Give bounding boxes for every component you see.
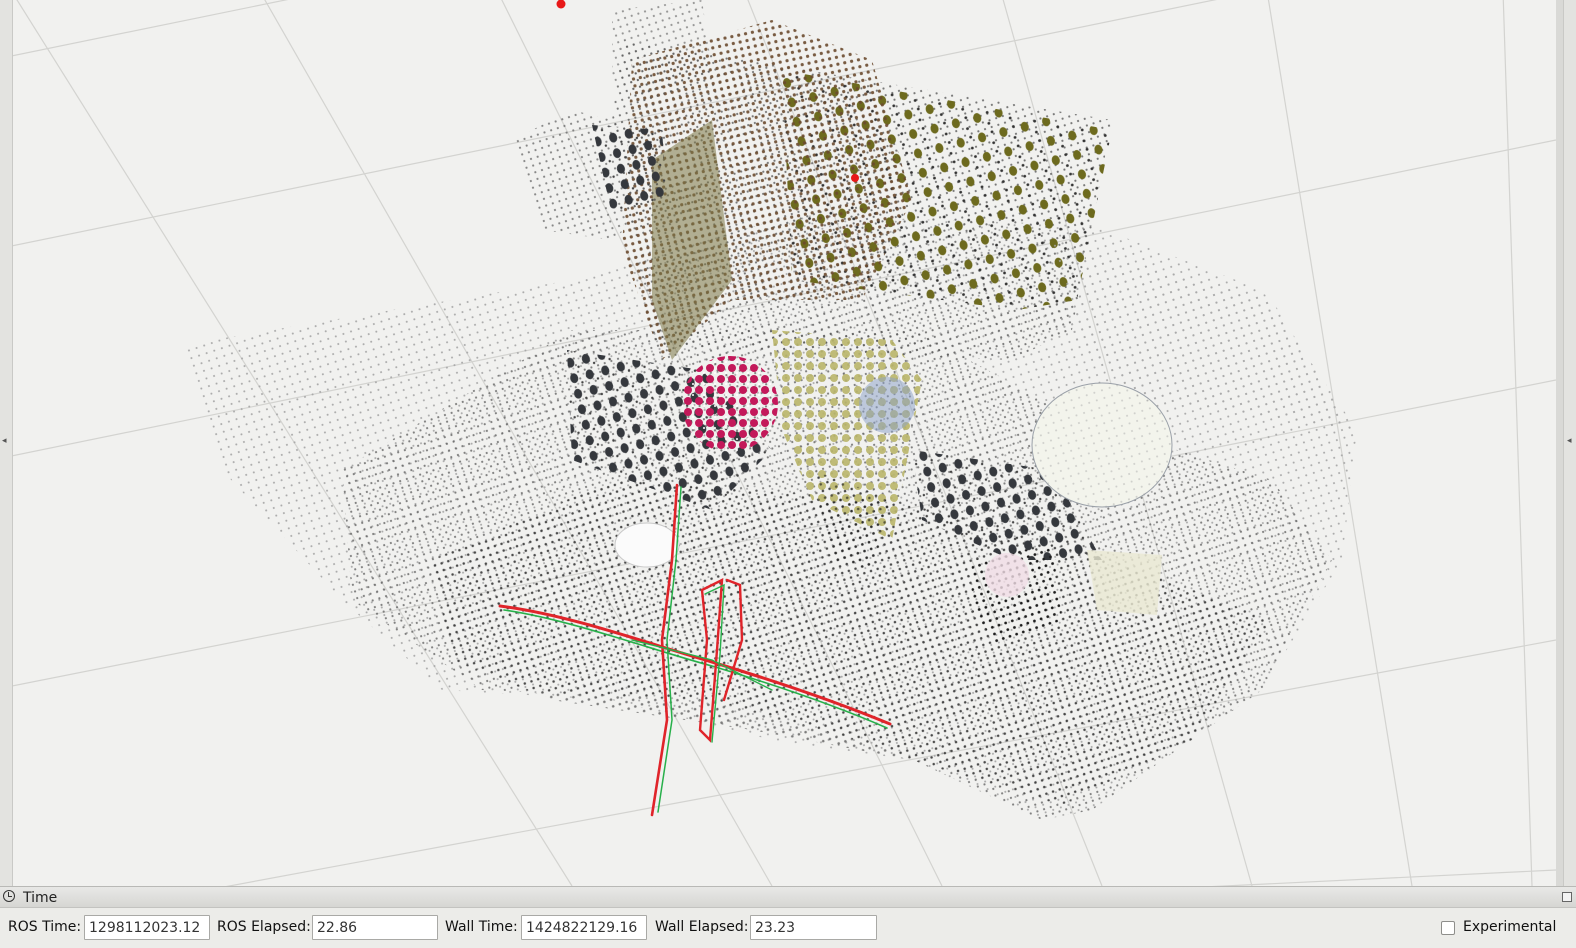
left-dock-handle[interactable]: ◂	[0, 0, 13, 886]
ros-time-field[interactable]	[84, 915, 210, 940]
time-panel-header: Time	[0, 886, 1576, 908]
undock-icon[interactable]	[1562, 892, 1572, 902]
3d-viewport[interactable]	[12, 0, 1556, 886]
collapse-left-arrow-icon[interactable]: ◂	[2, 436, 7, 446]
time-panel-title: Time	[23, 890, 58, 906]
point-cloud-scene	[12, 0, 1556, 886]
collapse-right-arrow-icon[interactable]: ◂	[1567, 436, 1572, 446]
time-panel: ROS Time: ROS Elapsed: Wall Time: Wall E…	[0, 908, 1576, 948]
wall-time-label: Wall Time:	[445, 919, 518, 935]
right-dock-handle[interactable]: ◂	[1563, 0, 1576, 886]
wall-time-field[interactable]	[521, 915, 647, 940]
ros-elapsed-field[interactable]	[312, 915, 438, 940]
ros-elapsed-label: ROS Elapsed:	[217, 919, 311, 935]
point-cloud	[182, 0, 1357, 820]
wall-elapsed-field[interactable]	[750, 915, 877, 940]
clock-icon	[3, 890, 15, 902]
experimental-label: Experimental	[1463, 919, 1557, 935]
experimental-checkbox[interactable]	[1441, 921, 1455, 935]
point-marker	[851, 174, 859, 182]
wall-elapsed-label: Wall Elapsed:	[655, 919, 749, 935]
ros-time-label: ROS Time:	[8, 919, 82, 935]
point-marker	[556, 0, 566, 9]
